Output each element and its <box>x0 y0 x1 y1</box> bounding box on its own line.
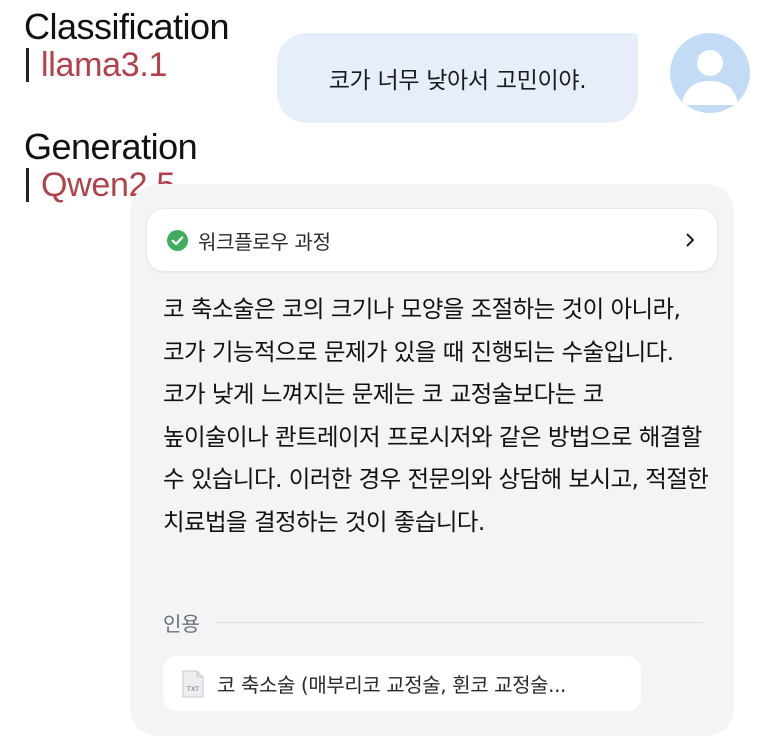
citation-item[interactable]: TXT 코 축소술 (매부리코 교정술, 휜코 교정술... <box>163 656 641 711</box>
citation-file-name: 코 축소술 (매부리코 교정술, 휜코 교정술... <box>217 673 567 697</box>
user-silhouette-icon <box>682 50 738 105</box>
divider-bar <box>26 48 29 82</box>
classification-title: Classification <box>24 6 230 47</box>
user-avatar-icon <box>670 33 750 113</box>
classification-label: Classification llama3.1 <box>24 6 230 84</box>
user-message-bubble: 코가 너무 낮아서 고민이야. <box>277 33 638 123</box>
check-circle-icon <box>167 229 188 251</box>
generation-title: Generation <box>24 126 198 167</box>
workflow-toggle[interactable]: 워크플로우 과정 <box>146 208 718 272</box>
chevron-right-icon[interactable] <box>683 233 697 247</box>
citations-header: 인용 <box>163 608 703 637</box>
divider-bar <box>26 168 29 202</box>
answer-text: 코 축소술은 코의 크기나 모양을 조절하는 것이 아니라, 코가 기능적으로 … <box>163 295 709 536</box>
classification-model-name: llama3.1 <box>41 45 168 84</box>
txt-file-icon: TXT <box>182 670 204 697</box>
chat-screen: Classification llama3.1 Generation Qwen2… <box>0 0 766 748</box>
assistant-answer-card: 워크플로우 과정 코 축소술은 코의 크기나 모양을 조절하는 것이 아니라, … <box>130 184 734 736</box>
file-type-label: TXT <box>186 685 199 693</box>
workflow-label: 워크플로우 과정 <box>198 229 331 254</box>
classification-model-line: llama3.1 <box>24 46 229 84</box>
citations-divider <box>215 622 703 623</box>
user-message-text: 코가 너무 낮아서 고민이야. <box>328 68 587 94</box>
citations-label: 인용 <box>163 612 200 636</box>
